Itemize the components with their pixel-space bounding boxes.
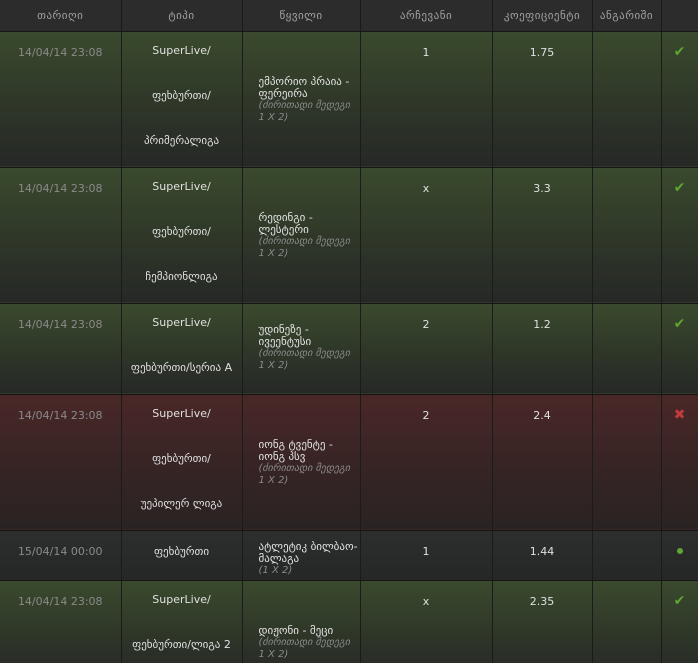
event-market: (ძირითადი მედეგი 1 X 2) <box>258 636 351 660</box>
event-market: (ძირითადი მედეგი 1 X 2) <box>258 347 351 371</box>
bet-event: რედინგი - ლესტერი (ძირითადი მედეგი 1 X 2) <box>242 167 361 304</box>
event-name: ატლეტიკ ბილბაო-მალაგა <box>258 539 358 565</box>
bet-odds: 2.35 <box>492 580 593 663</box>
col-odds[interactable]: კოეფიციენტი <box>492 0 593 32</box>
bet-choice: 1 <box>360 31 493 168</box>
bet-type: SuperLive/ფეხბურთი/სერია A <box>121 303 243 395</box>
bet-date: 15/04/14 00:00 <box>0 530 122 581</box>
checkmark-icon: ✔ <box>673 592 686 609</box>
bet-odds: 1.75 <box>492 31 593 168</box>
table-header: თარიღი ტიპი წყვილი არჩევანი კოეფიციენტი … <box>0 0 698 32</box>
bet-type-line: SuperLive/ <box>152 315 211 329</box>
bet-result <box>592 530 662 581</box>
event-name: რედინგი - ლესტერი <box>258 210 313 236</box>
bet-type: ფეხბურთი <box>121 530 243 581</box>
col-result[interactable]: ანგარიში <box>592 0 662 32</box>
bet-status: ✔ <box>661 303 698 395</box>
col-date[interactable]: თარიღი <box>0 0 122 32</box>
bet-result <box>592 580 662 663</box>
bet-status: ✖ <box>661 394 698 531</box>
bet-type: SuperLive/ფეხბურთი/ლიგა 2 <box>121 580 243 663</box>
bet-row[interactable]: 14/04/14 23:08 SuperLive/ფეხბურთი/პრიმერა… <box>0 31 698 168</box>
bet-type-line: ფეხბურთი/ <box>152 88 211 102</box>
bets-table: თარიღი ტიპი წყვილი არჩევანი კოეფიციენტი … <box>0 0 698 663</box>
col-status <box>661 0 698 32</box>
bet-choice: x <box>360 167 493 304</box>
bet-row[interactable]: 14/04/14 23:08 SuperLive/ფეხბურთი/ჩემპიონ… <box>0 167 698 304</box>
bet-event: უდინეზე - ივეენტუსი (ძირითადი მედეგი 1 X … <box>242 303 361 395</box>
bet-odds: 2.4 <box>492 394 593 531</box>
col-event[interactable]: წყვილი <box>242 0 361 32</box>
bet-row[interactable]: 14/04/14 23:08 SuperLive/ფეხბურთი/ლიგა 2დ… <box>0 580 698 663</box>
bet-type-line: ფეხბურთი/ <box>152 224 211 238</box>
bet-date: 14/04/14 23:08 <box>0 580 122 663</box>
event-market: (ძირითადი მედეგი 1 X 2) <box>258 99 351 123</box>
col-choice[interactable]: არჩევანი <box>360 0 493 32</box>
bet-choice: 1 <box>360 530 493 581</box>
bet-date: 14/04/14 23:08 <box>0 303 122 395</box>
bet-row[interactable]: 15/04/14 00:00 ფეხბურთი ატლეტიკ ბილბაო-მალ… <box>0 530 698 581</box>
bet-event: იონგ ტვენტე - იონგ პსვ (ძირითადი მედეგი 1… <box>242 394 361 531</box>
bet-type-line: ფეხბურთი/ <box>152 451 211 465</box>
bet-type-line: SuperLive/ <box>152 43 211 57</box>
bet-choice: x <box>360 580 493 663</box>
bet-type: SuperLive/ფეხბურთი/პრიმერალიგა <box>121 31 243 168</box>
bet-date: 14/04/14 23:08 <box>0 167 122 304</box>
bet-status: ✔ <box>661 167 698 304</box>
checkmark-icon: ✔ <box>673 43 686 60</box>
event-name: დიჟონი - მეცი <box>258 623 334 637</box>
bet-choice: 2 <box>360 394 493 531</box>
bet-status: ✔ <box>661 31 698 168</box>
checkmark-icon: ✔ <box>673 315 686 332</box>
bet-type-line: ფეხბურთი/სერია A <box>130 360 233 374</box>
bet-result <box>592 394 662 531</box>
bet-row[interactable]: 14/04/14 23:08 SuperLive/ფეხბურთი/სერია A… <box>0 303 698 395</box>
event-name: იონგ ტვენტე - იონგ პსვ <box>258 437 333 463</box>
bet-type: SuperLive/ფეხბურთი/ჩემპიონლიგა <box>121 167 243 304</box>
bet-odds: 3.3 <box>492 167 593 304</box>
cross-icon: ✖ <box>673 406 686 423</box>
bet-event: დიჟონი - მეცი (ძირითადი მედეგი 1 X 2) <box>242 580 361 663</box>
bet-type-line: პრიმერალიგა <box>143 133 220 147</box>
bet-type: SuperLive/ფეხბურთი/უეპილერ ლიგა <box>121 394 243 531</box>
bet-type-line: უეპილერ ლიგა <box>140 496 223 510</box>
bet-event: ატლეტიკ ბილბაო-მალაგა (1 X 2) <box>242 530 361 581</box>
bet-odds: 1.44 <box>492 530 593 581</box>
bet-type-line: ფეხბურთი <box>153 544 210 558</box>
event-market: (1 X 2) <box>258 564 293 576</box>
bet-date: 14/04/14 23:08 <box>0 394 122 531</box>
bet-result <box>592 303 662 395</box>
bet-result <box>592 167 662 304</box>
col-type[interactable]: ტიპი <box>121 0 243 32</box>
bet-type-line: ფეხბურთი/ლიგა 2 <box>132 637 231 651</box>
bet-status: ✔ <box>661 580 698 663</box>
bet-odds: 1.2 <box>492 303 593 395</box>
bet-status <box>661 530 698 581</box>
checkmark-icon: ✔ <box>673 179 686 196</box>
bet-type-line: ჩემპიონლიგა <box>145 269 218 283</box>
event-name: უდინეზე - ივეენტუსი <box>258 322 312 348</box>
bet-type-line: SuperLive/ <box>152 406 211 420</box>
table-body: 14/04/14 23:08 SuperLive/ფეხბურთი/პრიმერა… <box>0 31 698 663</box>
bet-result <box>592 31 662 168</box>
event-market: (ძირითადი მედეგი 1 X 2) <box>258 462 351 486</box>
bet-type-line: SuperLive/ <box>152 592 211 606</box>
bet-type-line: SuperLive/ <box>152 179 211 193</box>
bet-date: 14/04/14 23:08 <box>0 31 122 168</box>
event-market: (ძირითადი მედეგი 1 X 2) <box>258 235 351 259</box>
bet-event: ემპორიო პრაია - ფერეირა (ძირითადი მედეგი … <box>242 31 361 168</box>
event-name: ემპორიო პრაია - ფერეირა <box>258 74 350 100</box>
bet-row[interactable]: 14/04/14 23:08 SuperLive/ფეხბურთი/უეპილერ… <box>0 394 698 531</box>
bet-choice: 2 <box>360 303 493 395</box>
pending-dot-icon <box>676 547 683 554</box>
